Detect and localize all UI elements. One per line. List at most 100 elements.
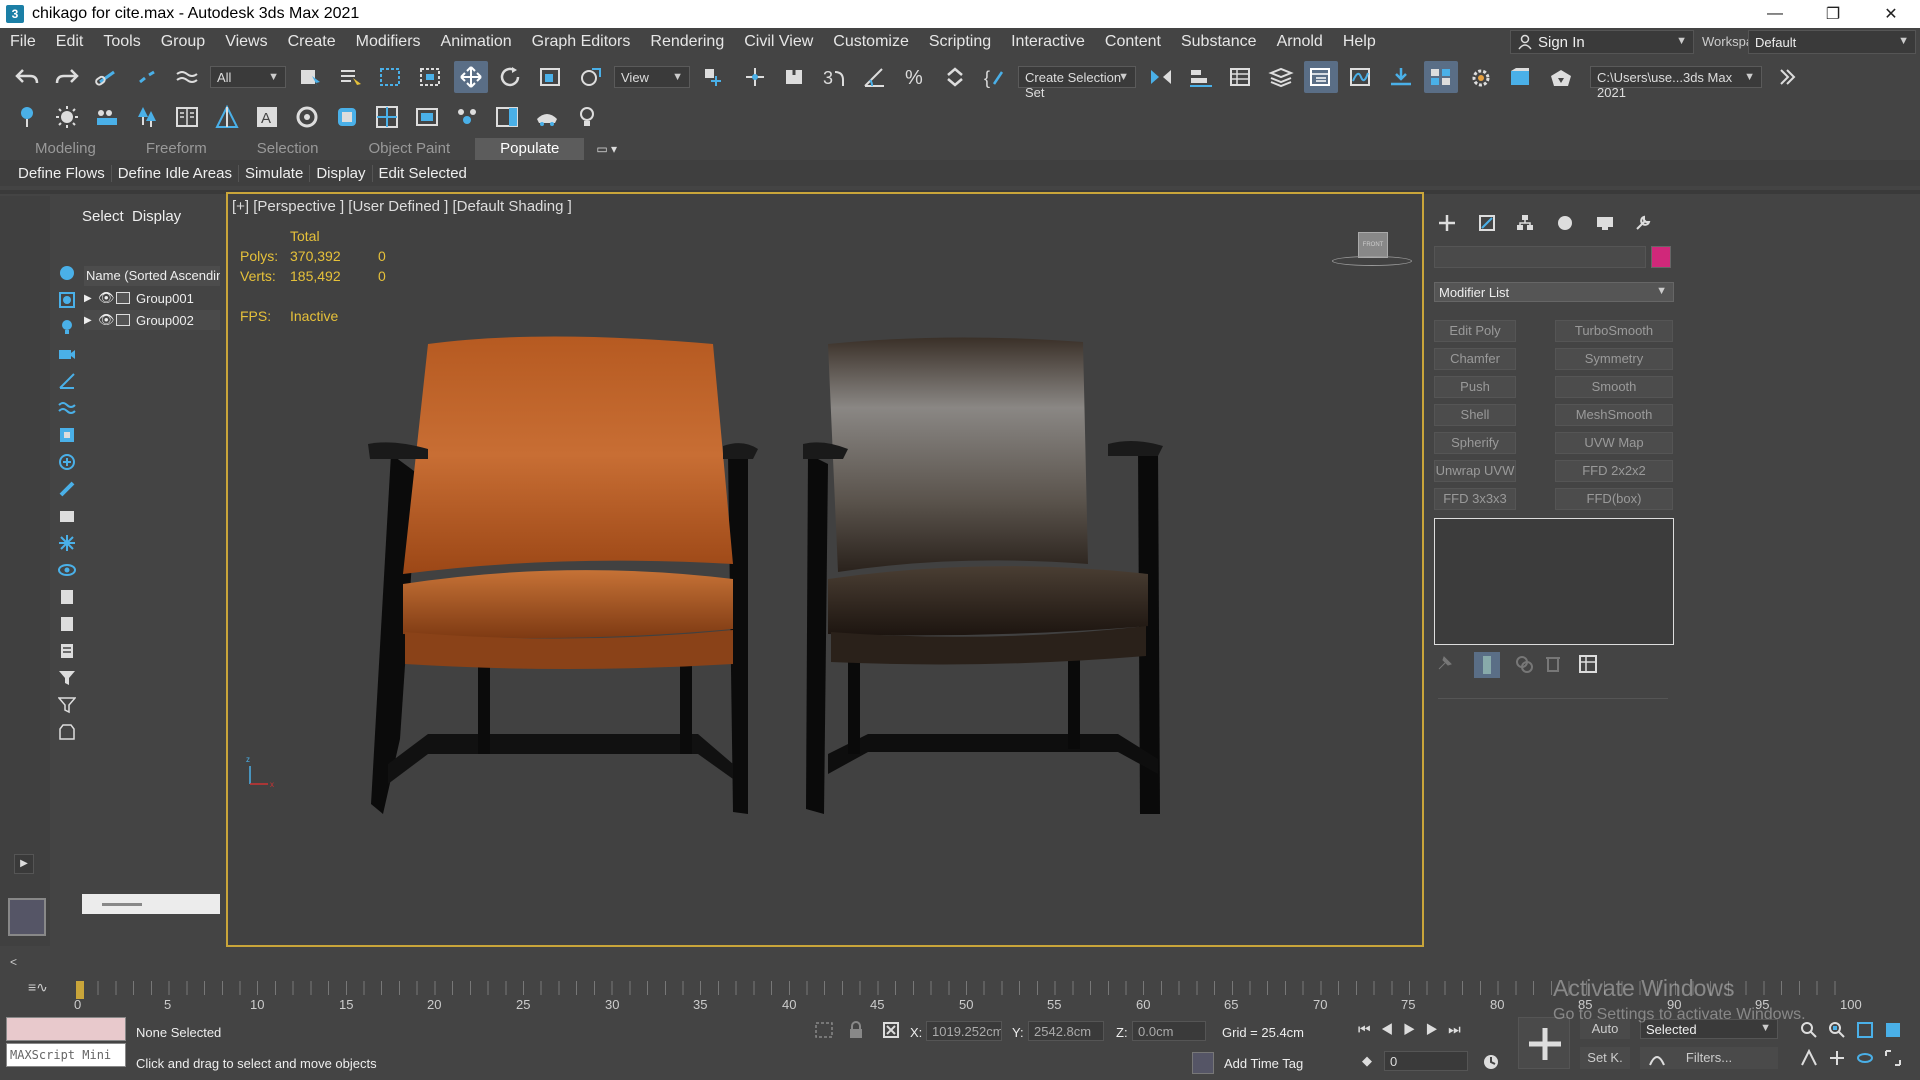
expand-arrow-icon[interactable]: ▶ — [84, 293, 98, 304]
link-icon[interactable] — [90, 61, 124, 93]
select-object-icon[interactable] — [294, 61, 328, 93]
previous-frame-icon[interactable]: ◀ — [1381, 1021, 1404, 1037]
layout-tab-single-view[interactable] — [8, 898, 46, 936]
workspace-select[interactable]: Default ▼ — [1748, 30, 1916, 54]
menu-create[interactable]: Create — [278, 33, 346, 51]
menu-help[interactable]: Help — [1333, 33, 1386, 51]
hidden-filter-icon[interactable] — [56, 559, 78, 581]
idle-area-icon[interactable] — [90, 101, 124, 133]
display-tab-icon[interactable] — [1592, 212, 1618, 234]
time-slider-prev-icon[interactable]: < — [10, 955, 22, 975]
chamfer-button[interactable]: Chamfer — [1434, 348, 1516, 370]
pan-view-icon[interactable] — [1828, 1049, 1846, 1071]
x-coord-field[interactable]: 1019.252cm — [926, 1021, 1002, 1041]
create-flow-icon[interactable] — [10, 101, 44, 133]
ffd-box-button[interactable]: FFD(box) — [1555, 488, 1673, 510]
show-end-result-icon[interactable] — [1474, 652, 1500, 678]
lights-filter-icon[interactable] — [56, 316, 78, 338]
modify-tab-icon[interactable] — [1474, 212, 1500, 234]
maxscript-mini-input[interactable]: MAXScript Mini — [6, 1043, 126, 1067]
grid-icon[interactable] — [370, 101, 404, 133]
book-icon[interactable] — [170, 101, 204, 133]
push-button[interactable]: Push — [1434, 376, 1516, 398]
simulate-button[interactable]: Simulate — [239, 164, 311, 182]
edit-named-selection-icon[interactable]: { — [978, 61, 1012, 93]
define-idle-areas-button[interactable]: Define Idle Areas — [112, 164, 239, 182]
toolbar-overflow-icon[interactable] — [1770, 61, 1804, 93]
turbosmooth-button[interactable]: TurboSmooth — [1555, 320, 1673, 342]
modifier-list-dropdown[interactable]: Modifier List ▼ — [1434, 282, 1674, 302]
current-frame-field[interactable]: 0 — [1384, 1051, 1468, 1071]
menu-arnold[interactable]: Arnold — [1267, 33, 1333, 51]
window-crossing-icon[interactable] — [414, 61, 448, 93]
time-config-arrows-icon[interactable]: ◆ — [1362, 1053, 1372, 1069]
play-icon[interactable]: ▶ — [1403, 1021, 1426, 1037]
isolate-selection-icon[interactable] — [814, 1021, 834, 1043]
create-tab-icon[interactable] — [1434, 212, 1460, 234]
helpers-filter-icon[interactable] — [56, 370, 78, 392]
expand-layout-icon[interactable]: ▶ — [14, 854, 34, 874]
menu-civil-view[interactable]: Civil View — [734, 33, 823, 51]
shapes-filter-icon[interactable] — [56, 289, 78, 311]
ffd-3x3x3-button[interactable]: FFD 3x3x3 — [1434, 488, 1516, 510]
panel-icon[interactable] — [490, 101, 524, 133]
select-by-name-icon[interactable] — [334, 61, 368, 93]
snaps-toggle-icon[interactable]: 3 — [818, 61, 852, 93]
unlink-icon[interactable] — [130, 61, 164, 93]
redo-icon[interactable] — [50, 61, 84, 93]
rotate-icon[interactable] — [494, 61, 528, 93]
go-to-start-icon[interactable]: ⏮ — [1358, 1021, 1381, 1037]
menu-substance[interactable]: Substance — [1171, 33, 1267, 51]
film-icon[interactable] — [410, 101, 444, 133]
visibility-eye-icon[interactable]: 👁 — [98, 312, 116, 328]
menu-tools[interactable]: Tools — [93, 33, 150, 51]
restore-button[interactable]: ❐ — [1804, 0, 1862, 28]
spinner-snap-icon[interactable] — [938, 61, 972, 93]
object-color-swatch[interactable] — [1651, 246, 1671, 268]
spherify-button[interactable]: Spherify — [1434, 432, 1516, 454]
menu-edit[interactable]: Edit — [46, 33, 94, 51]
xrefs-filter-icon[interactable] — [56, 451, 78, 473]
ribbon-toggle-icon[interactable] — [1304, 61, 1338, 93]
scene-explorer-toggle-icon[interactable] — [1224, 61, 1258, 93]
chair-leather-orange[interactable] — [368, 336, 758, 815]
tab-selection[interactable]: Selection — [232, 138, 344, 160]
schematic-view-icon[interactable] — [1384, 61, 1418, 93]
place-icon[interactable] — [574, 61, 608, 93]
close-button[interactable]: ✕ — [1862, 0, 1920, 28]
field-of-view-icon[interactable] — [1800, 1048, 1818, 1071]
maxscript-listener-pink[interactable] — [6, 1017, 126, 1041]
configure-modifier-sets-icon[interactable] — [1578, 654, 1600, 676]
uvw-map-button[interactable]: UVW Map — [1555, 432, 1673, 454]
zoom-extents-all-icon[interactable] — [1884, 1021, 1902, 1043]
object-paint-icon[interactable] — [330, 101, 364, 133]
menu-modifiers[interactable]: Modifiers — [346, 33, 431, 51]
invert-display-icon[interactable] — [56, 640, 78, 662]
unwrap-uvw-button[interactable]: Unwrap UVW — [1434, 460, 1516, 482]
undo-icon[interactable] — [10, 61, 44, 93]
rendered-frame-window-icon[interactable] — [1504, 61, 1538, 93]
render-setup-icon[interactable] — [1464, 61, 1498, 93]
project-folder-dropdown[interactable]: C:\Users\use...3ds Max 2021 ▼ — [1590, 66, 1762, 100]
sun-icon[interactable] — [50, 101, 84, 133]
pin-stack-icon[interactable] — [1436, 654, 1458, 676]
z-coord-field[interactable]: 0.0cm — [1132, 1021, 1206, 1041]
menu-graph-editors[interactable]: Graph Editors — [522, 33, 641, 51]
time-tag-icon[interactable] — [1192, 1052, 1214, 1074]
edit-selected-button[interactable]: Edit Selected — [373, 165, 473, 182]
menu-content[interactable]: Content — [1095, 33, 1171, 51]
rectangular-selection-icon[interactable] — [374, 61, 408, 93]
text-tool-icon[interactable]: A — [250, 101, 284, 133]
containers-filter-icon[interactable] — [56, 505, 78, 527]
zoom-extents-icon[interactable] — [1856, 1021, 1874, 1043]
menu-animation[interactable]: Animation — [431, 33, 522, 51]
hierarchy-tab-icon[interactable] — [1512, 212, 1538, 234]
explorer-tab-select[interactable]: Select — [82, 208, 124, 225]
curve-editor-icon[interactable] — [1344, 61, 1378, 93]
go-to-end-icon[interactable]: ⏭ — [1448, 1021, 1471, 1037]
chair-leather-dark[interactable] — [803, 337, 1163, 814]
tab-modeling[interactable]: Modeling — [10, 138, 121, 160]
menu-scripting[interactable]: Scripting — [919, 33, 1001, 51]
add-time-tag-button[interactable]: Add Time Tag — [1224, 1056, 1303, 1071]
layer-explorer-icon[interactable] — [1264, 61, 1298, 93]
